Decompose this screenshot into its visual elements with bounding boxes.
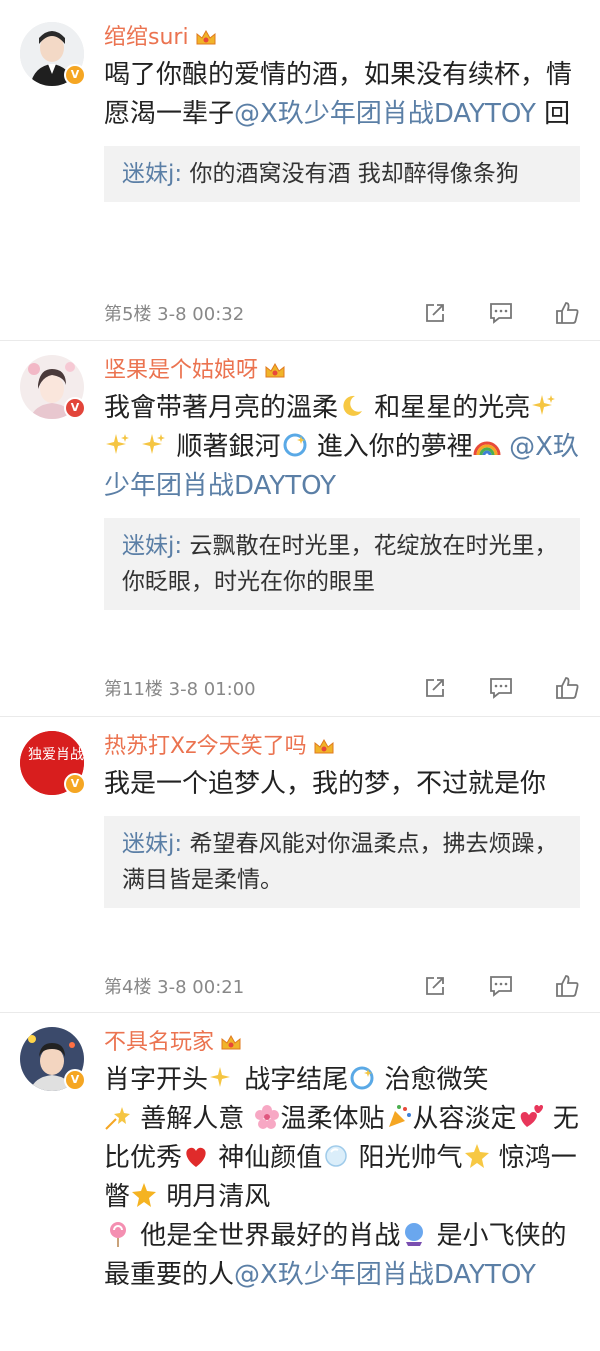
comment-meta: 第4楼 3-8 00:21 xyxy=(104,971,580,1001)
sparkles-emoji-icon xyxy=(532,395,556,415)
reply-username[interactable]: 迷妹j: xyxy=(122,831,182,857)
sparkles-emoji-icon xyxy=(210,1067,231,1087)
reply-username[interactable]: 迷妹j: xyxy=(122,161,182,187)
mention-link[interactable]: @X玖少年团肖战DAYTOY xyxy=(234,1260,536,1290)
username[interactable]: 不具名玩家 xyxy=(104,1029,580,1057)
two-hearts-emoji-icon xyxy=(520,1105,543,1127)
avatar-text: 独爱肖战 xyxy=(28,747,84,763)
dizzy-emoji-icon xyxy=(350,1066,374,1090)
avatar[interactable]: V xyxy=(20,1027,86,1091)
crystal-ball-emoji-icon xyxy=(405,1223,424,1246)
bubble-emoji-icon xyxy=(325,1145,348,1167)
avatar[interactable]: 独爱肖战 V xyxy=(20,731,86,795)
like-icon[interactable] xyxy=(554,675,580,701)
comment-meta: 第11楼 3-8 01:00 xyxy=(104,673,580,703)
avatar[interactable]: V xyxy=(20,22,86,86)
reply-username[interactable]: 迷妹j: xyxy=(122,533,182,559)
rainbow-emoji-icon xyxy=(473,441,501,456)
sparkles-emoji-icon xyxy=(142,434,166,454)
dizzy-emoji-icon xyxy=(283,433,307,457)
reply-box[interactable]: 迷妹j: 云飘散在时光里，花绽放在时光里，你眨眼，时光在你的眼里 xyxy=(104,518,580,610)
reply-text: 云飘散在时光里，花绽放在时光里，你眨眼，时光在你的眼里 xyxy=(122,533,558,595)
shooting-star-emoji-icon xyxy=(105,1107,130,1130)
share-icon[interactable] xyxy=(422,300,448,326)
comment-text: 喝了你酿的爱情的酒，如果没有续杯，情愿渴一辈子@X玖少年团肖战DAYTOY 回 xyxy=(104,60,573,129)
comment-text: 我會带著月亮的溫柔 和星星的光亮 顺著銀河 進入你的夢裡 @X玖少年团肖战DAY… xyxy=(104,393,579,501)
crown-icon xyxy=(314,738,334,754)
crown-icon xyxy=(265,362,285,378)
comment-meta: 第5楼 3-8 00:32 xyxy=(104,298,580,328)
username[interactable]: 坚果是个姑娘呀 xyxy=(104,357,580,385)
cherry-blossom-emoji-icon xyxy=(254,1105,279,1129)
avatar[interactable]: V xyxy=(20,355,86,419)
floor-time: 第5楼 3-8 00:32 xyxy=(104,304,245,325)
floor-time: 第4楼 3-8 00:21 xyxy=(104,977,245,998)
floor-time: 第11楼 3-8 01:00 xyxy=(104,679,256,700)
comment-text: 肖字开头 战字结尾 治愈微笑 善解人意 温柔体贴 从容淡定 无比优秀 神仙颜值 阳… xyxy=(104,1065,579,1290)
verified-badge-icon: V xyxy=(64,773,86,795)
verified-badge-icon: V xyxy=(64,1069,86,1091)
heart-emoji-icon xyxy=(186,1147,206,1167)
party-emoji-icon xyxy=(388,1105,411,1127)
reply-box[interactable]: 迷妹j: 希望春风能对你温柔点，拂去烦躁，满目皆是柔情。 xyxy=(104,816,580,908)
reply-text: 希望春风能对你温柔点，拂去烦躁，满目皆是柔情。 xyxy=(122,831,558,893)
crown-icon xyxy=(196,29,216,45)
comment-4: V 不具名玩家 肖字开头 战字结尾 治愈微笑 善解人意 温柔体贴 从容淡定 无比优… xyxy=(0,1012,600,1351)
mention-link[interactable]: @X玖少年团肖战DAYTOY xyxy=(234,99,536,129)
comment-2: V 坚果是个姑娘呀 我會带著月亮的溫柔 和星星的光亮 顺著銀河 進入你的夢裡 @… xyxy=(0,340,600,716)
sparkles-emoji-icon xyxy=(106,434,129,454)
glowing-star-emoji-icon xyxy=(464,1144,489,1168)
reply-text: 你的酒窝没有酒 我却醉得像条狗 xyxy=(182,161,519,187)
username[interactable]: 热苏打Xz今天笑了吗 xyxy=(104,733,580,761)
username[interactable]: 绾绾suri xyxy=(104,24,580,52)
comment-3: 独爱肖战 V 热苏打Xz今天笑了吗 我是一个追梦人，我的梦，不过就是你 迷妹j:… xyxy=(0,716,600,1012)
comment-icon[interactable] xyxy=(488,300,514,326)
verified-badge-icon: V xyxy=(64,64,86,86)
comment-1: V 绾绾suri 喝了你酿的爱情的酒，如果没有续杯，情愿渴一辈子@X玖少年团肖战… xyxy=(0,0,600,340)
share-icon[interactable] xyxy=(422,973,448,999)
comment-icon[interactable] xyxy=(488,973,514,999)
comment-icon[interactable] xyxy=(488,675,514,701)
verified-badge-icon: V xyxy=(64,397,86,419)
comment-text: 我是一个追梦人，我的梦，不过就是你 xyxy=(104,769,547,799)
reply-box[interactable]: 迷妹j: 你的酒窝没有酒 我却醉得像条狗 xyxy=(104,146,580,202)
like-icon[interactable] xyxy=(554,973,580,999)
share-icon[interactable] xyxy=(422,675,448,701)
like-icon[interactable] xyxy=(554,300,580,326)
reply-button[interactable]: 回 xyxy=(536,99,570,129)
lollipop-emoji-icon xyxy=(110,1222,126,1247)
crown-icon xyxy=(221,1034,241,1050)
crescent-moon-emoji-icon xyxy=(343,395,363,416)
star-emoji-icon xyxy=(132,1183,157,1207)
